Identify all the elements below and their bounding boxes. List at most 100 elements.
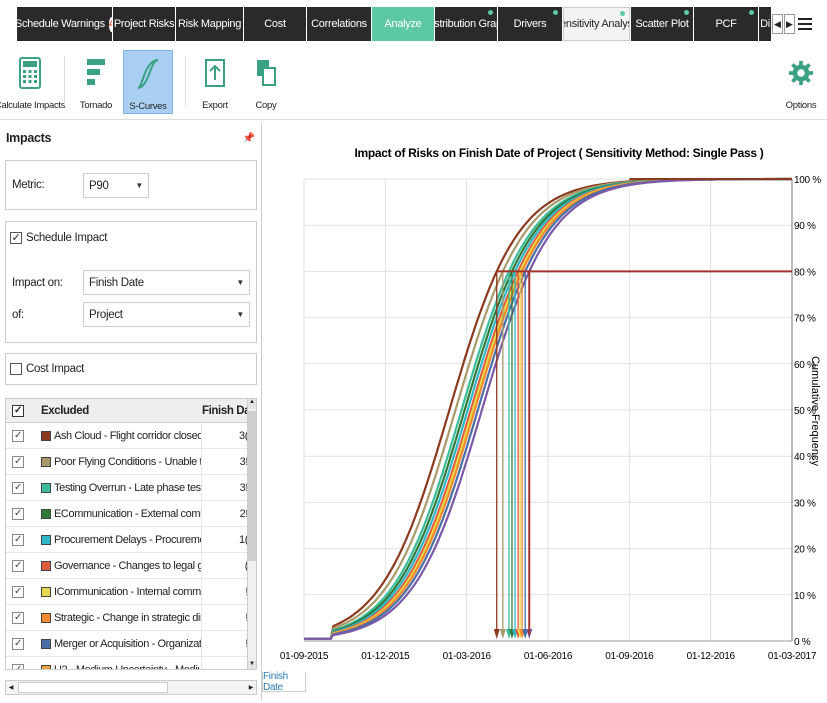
tab-finish-date[interactable]: Finish Date bbox=[262, 671, 306, 693]
tab-cost[interactable]: Cost bbox=[244, 7, 306, 41]
row-checkbox[interactable]: ✓ bbox=[12, 631, 24, 657]
s-curves-label: S-Curves bbox=[129, 101, 167, 112]
risk-name-cell: Governance - Changes to legal governance bbox=[41, 553, 201, 579]
finish-date-cell: ! bbox=[201, 631, 249, 657]
grid-vertical-scrollbar[interactable]: ▲ ▼ bbox=[247, 399, 256, 669]
scroll-up-icon[interactable]: ▲ bbox=[248, 399, 256, 409]
scroll-right-icon[interactable]: ▶ bbox=[246, 681, 256, 694]
table-row[interactable]: ✓ Governance - Changes to legal governanc… bbox=[6, 553, 250, 579]
checkbox-checked-icon: ✓ bbox=[12, 638, 24, 650]
risk-color-swatch bbox=[41, 561, 51, 571]
tab-correlations[interactable]: Correlations bbox=[307, 7, 371, 41]
risk-color-swatch bbox=[41, 457, 51, 467]
pin-icon[interactable]: 📌 bbox=[243, 133, 255, 144]
y-tick-label: 20 % bbox=[794, 545, 816, 556]
cost-impact-checkbox[interactable]: Cost Impact bbox=[10, 363, 84, 375]
impact-on-select[interactable]: Finish Date ▼ bbox=[83, 270, 250, 295]
grid-horizontal-scrollbar[interactable]: ◀ ▶ bbox=[5, 680, 257, 695]
row-checkbox[interactable]: ✓ bbox=[12, 553, 24, 579]
checkbox-checked-icon: ✓ bbox=[12, 664, 24, 669]
risk-name-cell: U2 - Medium Uncertainty - Medium Estimat bbox=[41, 657, 201, 670]
row-checkbox[interactable]: ✓ bbox=[12, 449, 24, 475]
table-row[interactable]: ✓ U2 - Medium Uncertainty - Medium Estima… bbox=[6, 657, 250, 670]
risk-color-swatch bbox=[41, 665, 51, 669]
table-row[interactable]: ✓ Merger or Acquisition - Organizational … bbox=[6, 631, 250, 657]
options-button[interactable]: Options bbox=[781, 50, 821, 114]
x-tick-label: 01-09-2016 bbox=[605, 651, 654, 662]
finish-date-cell: 3! bbox=[201, 449, 249, 475]
chart-title: Impact of Risks on Finish Date of Projec… bbox=[355, 146, 764, 160]
tab-scroll-right-button[interactable]: ▶ bbox=[784, 14, 795, 34]
column-header-finish-label: Finish Dat bbox=[202, 405, 254, 417]
impacts-panel-header: Impacts 📌 bbox=[0, 123, 261, 153]
table-row[interactable]: ✓ Ash Cloud - Flight corridor closed due … bbox=[6, 423, 250, 449]
row-checkbox[interactable]: ✓ bbox=[12, 657, 24, 669]
export-button[interactable]: Export bbox=[196, 50, 234, 114]
tab-label: PCF bbox=[715, 18, 737, 30]
row-checkbox[interactable]: ✓ bbox=[12, 423, 24, 449]
tornado-button[interactable]: Tornado bbox=[72, 50, 120, 114]
y-tick-label: 100 % bbox=[794, 175, 821, 186]
scroll-down-icon[interactable]: ▼ bbox=[248, 661, 256, 669]
risk-name-cell: Ash Cloud - Flight corridor closed due t… bbox=[41, 423, 201, 449]
table-row[interactable]: ✓ Strategic - Change in strategic directi… bbox=[6, 605, 250, 631]
table-row[interactable]: ✓ ECommunication - External communicatior… bbox=[6, 501, 250, 527]
row-checkbox[interactable]: ✓ bbox=[12, 475, 24, 501]
schedule-impact-checkbox[interactable]: ✓ Schedule Impact bbox=[10, 232, 107, 244]
metric-select[interactable]: P90 ▼ bbox=[83, 173, 149, 198]
calculate-impacts-button[interactable]: Calculate Impacts bbox=[0, 50, 66, 114]
scrollbar-thumb[interactable] bbox=[18, 682, 168, 693]
row-checkbox[interactable]: ✓ bbox=[12, 501, 24, 527]
checkbox-checked-icon: ✓ bbox=[12, 508, 24, 520]
y-tick-label: 0 % bbox=[794, 637, 811, 648]
table-row[interactable]: ✓ Testing Overrun - Late phase testing ru… bbox=[6, 475, 250, 501]
toolbar-divider bbox=[185, 56, 186, 106]
table-row[interactable]: ✓ ICommunication - Internal communication… bbox=[6, 579, 250, 605]
tab-schedule-warnings[interactable]: Schedule Warnings 4 bbox=[17, 7, 112, 41]
tab-pcf[interactable]: PCF bbox=[694, 7, 758, 41]
x-tick-label: 01-03-2017 bbox=[768, 651, 817, 662]
copy-label: Copy bbox=[255, 100, 277, 111]
menu-icon[interactable] bbox=[798, 14, 812, 34]
finish-date-cell bbox=[201, 657, 249, 669]
metric-box: Metric: P90 ▼ bbox=[5, 160, 257, 210]
export-icon bbox=[202, 56, 228, 90]
tab-label: Di bbox=[760, 18, 770, 30]
tab-distribution-graph[interactable]: Distribution Graph bbox=[435, 7, 497, 41]
row-checkbox[interactable]: ✓ bbox=[12, 579, 24, 605]
risk-name-cell: Merger or Acquisition - Organizational c… bbox=[41, 631, 201, 657]
cost-impact-box: Cost Impact bbox=[5, 353, 257, 385]
scroll-left-icon[interactable]: ◀ bbox=[6, 681, 16, 694]
tab-project-risks[interactable]: Project Risks bbox=[113, 7, 175, 41]
risk-color-swatch bbox=[41, 509, 51, 519]
checkbox-checked-icon: ✓ bbox=[10, 231, 22, 244]
column-header-excluded[interactable]: Excluded bbox=[41, 399, 89, 423]
status-dot bbox=[749, 10, 754, 15]
risk-name: U2 - Medium Uncertainty - Medium Estimat bbox=[54, 664, 201, 670]
of-select[interactable]: Project ▼ bbox=[83, 302, 250, 327]
tab-scroll-left-button[interactable]: ◀ bbox=[772, 14, 783, 34]
risk-color-swatch bbox=[41, 483, 51, 493]
row-checkbox[interactable]: ✓ bbox=[12, 527, 24, 553]
select-all-checkbox[interactable]: ✓ bbox=[12, 399, 24, 423]
tab-drivers[interactable]: Drivers bbox=[498, 7, 562, 41]
scrollbar-thumb[interactable] bbox=[248, 411, 256, 561]
risk-color-swatch bbox=[41, 535, 51, 545]
chevron-down-icon: ▼ bbox=[236, 278, 244, 287]
tab-analyze[interactable]: Analyze bbox=[372, 7, 434, 41]
checkbox-checked-icon: ✓ bbox=[12, 586, 24, 598]
tab-label: Cost bbox=[264, 18, 286, 30]
tab-scatter-plot[interactable]: Scatter Plot bbox=[631, 7, 693, 41]
impacts-panel: Impacts 📌 Metric: P90 ▼ ✓ Schedule Impact … bbox=[0, 123, 262, 700]
copy-button[interactable]: Copy bbox=[247, 50, 285, 114]
tab-risk-mapping[interactable]: Risk Mapping bbox=[176, 7, 243, 41]
s-curves-button[interactable]: S-Curves bbox=[123, 50, 173, 114]
tab-overflow[interactable]: Di bbox=[759, 7, 771, 41]
tab-label: Sensitivity Analysis bbox=[564, 18, 629, 30]
gear-icon bbox=[788, 56, 814, 90]
table-row[interactable]: ✓ Procurement Delays - Procurement proces… bbox=[6, 527, 250, 553]
row-checkbox[interactable]: ✓ bbox=[12, 605, 24, 631]
tab-sensitivity-analysis[interactable]: Sensitivity Analysis bbox=[563, 7, 630, 41]
finish-date-cell: 3( bbox=[201, 423, 249, 449]
table-row[interactable]: ✓ Poor Flying Conditions - Unable to test… bbox=[6, 449, 250, 475]
